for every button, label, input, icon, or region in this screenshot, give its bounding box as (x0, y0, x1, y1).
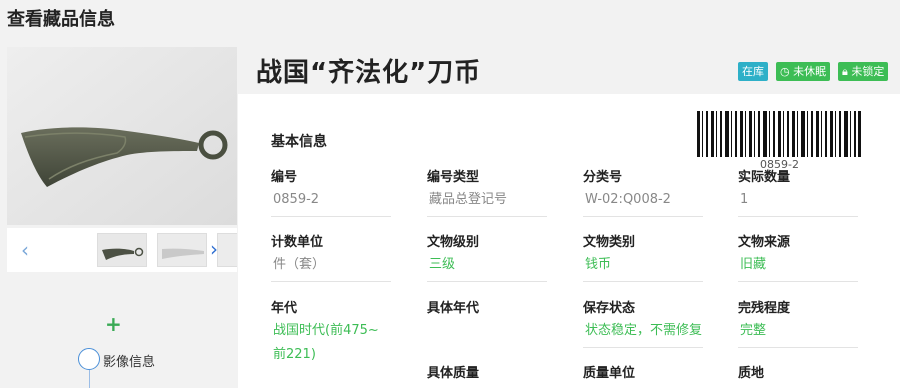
image-info-link[interactable]: 影像信息 (103, 351, 155, 370)
dormant-badge-label: 未休眠 (793, 65, 827, 78)
page-title: 查看藏品信息 (7, 9, 115, 30)
field-underline (271, 216, 391, 217)
object-title: 战国“齐法化”刀币 (256, 58, 482, 88)
field-label-bianhao: 编号 (271, 170, 298, 185)
thumbnail-3[interactable] (217, 233, 237, 267)
locked-badge-label: 未锁定 (851, 65, 885, 78)
field-underline (427, 281, 547, 282)
field-label-wenwu-leibie: 文物类别 (583, 235, 636, 250)
field-value-wancan-chengdu: 完整 (740, 323, 767, 338)
field-underline (583, 281, 703, 282)
status-badge: 在库 (738, 62, 768, 81)
field-value-baocun-zhuangtai: 状态稳定，不需修复 (585, 323, 703, 338)
field-label-juti-zhiliang: 具体质量 (427, 366, 480, 381)
thumbnail-1[interactable] (97, 233, 147, 267)
field-value-shiji-shuliang: 1 (740, 192, 749, 207)
field-label-wenwu-laiyuan: 文物来源 (738, 235, 791, 250)
chevron-left-icon[interactable]: ‹ (21, 238, 29, 262)
field-underline (583, 216, 703, 217)
field-label-baocun-zhuangtai: 保存状态 (583, 301, 636, 316)
field-underline (738, 281, 858, 282)
field-value-wenwu-leibie: 钱币 (585, 257, 612, 272)
field-label-bianhao-type: 编号类型 (427, 170, 480, 185)
clock-icon: ◷ (780, 65, 794, 78)
locked-badge: 🔒︎ 未锁定 (838, 62, 889, 81)
field-value-wenwu-jibie: 三级 (429, 257, 456, 272)
thumbnail-2[interactable] (157, 233, 207, 267)
section-title: 基本信息 (271, 134, 327, 150)
side-nav: + (7, 272, 237, 388)
dormant-badge: ◷ 未休眠 (776, 62, 831, 81)
field-underline (738, 347, 858, 348)
artifact-photo (7, 47, 237, 225)
field-value-bianhao: 0859-2 (273, 192, 320, 207)
barcode (697, 111, 861, 157)
field-label-niandai: 年代 (271, 301, 298, 316)
thumbnail-strip: ‹ › (7, 228, 237, 272)
field-label-zhiliang-danwei: 质量单位 (583, 366, 636, 381)
plus-icon[interactable]: + (105, 312, 122, 336)
lock-icon: 🔒︎ (842, 65, 852, 78)
field-value-wenwu-laiyuan: 旧藏 (740, 257, 767, 272)
field-value-niandai: 战国时代(前475~前221) (273, 323, 379, 362)
field-underline (583, 347, 703, 348)
field-value-jishu-danwei: 件（套） (273, 257, 326, 272)
field-underline (271, 281, 391, 282)
field-value-bianhao-type: 藏品总登记号 (429, 192, 508, 207)
timeline-node-icon[interactable] (78, 348, 100, 370)
field-label-shiji-shuliang: 实际数量 (738, 170, 791, 185)
field-label-juti-niandai: 具体年代 (427, 301, 480, 316)
field-label-wancan-chengdu: 完残程度 (738, 301, 791, 316)
chevron-right-icon[interactable]: › (210, 237, 218, 261)
field-underline (738, 216, 858, 217)
field-label-wenwu-jibie: 文物级别 (427, 235, 480, 250)
field-label-fenleihao: 分类号 (583, 170, 623, 185)
field-label-zhidi: 质地 (738, 366, 765, 381)
field-label-jishu-danwei: 计数单位 (271, 235, 324, 250)
field-underline (427, 216, 547, 217)
timeline-line (89, 370, 90, 388)
field-value-fenleihao: W-02:Q008-2 (585, 192, 671, 207)
